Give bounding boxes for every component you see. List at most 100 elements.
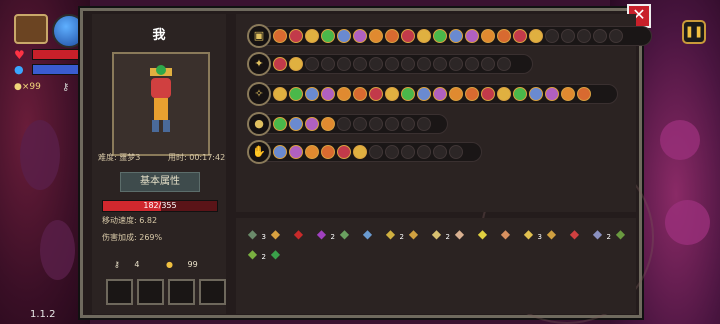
skill-slot-filled[interactable]: [305, 117, 319, 131]
bull-icon[interactable]: ◆: [566, 226, 583, 243]
skill-slot-empty[interactable]: [369, 145, 383, 159]
ring-icon[interactable]: ◆ 3: [520, 226, 542, 243]
skill-slot-filled[interactable]: [289, 57, 303, 71]
skill-slot-filled[interactable]: [465, 87, 479, 101]
skill-slot-filled[interactable]: [321, 145, 335, 159]
skill-slot-filled[interactable]: [289, 117, 303, 131]
gold-orb-icon[interactable]: ●: [247, 112, 271, 136]
clover-icon[interactable]: ◆: [267, 246, 284, 263]
skill-slot-filled[interactable]: [321, 117, 335, 131]
skill-slot-filled[interactable]: [273, 29, 287, 43]
skill-slot-empty[interactable]: [369, 117, 383, 131]
skill-slot-empty[interactable]: [305, 57, 319, 71]
skill-slot-empty[interactable]: [369, 57, 383, 71]
skill-slot-filled[interactable]: [289, 87, 303, 101]
skill-slot-filled[interactable]: [369, 87, 383, 101]
skill-slot-filled[interactable]: [529, 29, 543, 43]
skill-slot-empty[interactable]: [609, 29, 623, 43]
skill-slot-filled[interactable]: [433, 29, 447, 43]
claw-icon[interactable]: ✋: [247, 140, 271, 164]
skill-slot-filled[interactable]: [273, 57, 287, 71]
skill-slot-empty[interactable]: [577, 29, 591, 43]
tab-basic-attributes[interactable]: 基本属性: [120, 172, 200, 192]
equipment-slot[interactable]: [106, 279, 133, 305]
skill-slot-empty[interactable]: [321, 57, 335, 71]
skill-slot-filled[interactable]: [561, 87, 575, 101]
skill-slot-filled[interactable]: [465, 29, 479, 43]
skill-slot-filled[interactable]: [289, 145, 303, 159]
skill-slot-filled[interactable]: [337, 145, 351, 159]
skill-slot-filled[interactable]: [321, 87, 335, 101]
skill-slot-filled[interactable]: [417, 87, 431, 101]
rope-icon[interactable]: ◆: [267, 226, 284, 243]
skill-slot-empty[interactable]: [433, 57, 447, 71]
skill-slot-empty[interactable]: [593, 29, 607, 43]
skill-slot-filled[interactable]: [577, 87, 591, 101]
skill-slot-filled[interactable]: [321, 29, 335, 43]
skill-slot-empty[interactable]: [385, 145, 399, 159]
skill-slot-filled[interactable]: [273, 145, 287, 159]
skill-slot-filled[interactable]: [305, 29, 319, 43]
skill-slot-filled[interactable]: [481, 29, 495, 43]
skill-slot-filled[interactable]: [273, 87, 287, 101]
pickaxe-icon[interactable]: ◆: [543, 226, 560, 243]
skill-slot-filled[interactable]: [513, 29, 527, 43]
green-book-icon[interactable]: ◆: [336, 226, 353, 243]
skill-slot-empty[interactable]: [497, 57, 511, 71]
skill-slot-filled[interactable]: [481, 87, 495, 101]
feather-icon[interactable]: ◆ 2: [589, 226, 611, 243]
skill-slot-filled[interactable]: [273, 117, 287, 131]
skill-slot-filled[interactable]: [289, 29, 303, 43]
helmet-icon[interactable]: ◆ 3: [244, 226, 266, 243]
skill-slot-filled[interactable]: [305, 87, 319, 101]
horn-icon[interactable]: ◆: [474, 226, 491, 243]
skill-slot-empty[interactable]: [449, 145, 463, 159]
skill-slot-filled[interactable]: [417, 29, 431, 43]
skill-slot-filled[interactable]: [497, 29, 511, 43]
chest-icon[interactable]: ▣: [247, 24, 271, 48]
skill-slot-empty[interactable]: [417, 57, 431, 71]
staff-icon[interactable]: ✦: [247, 52, 271, 76]
equipment-slot[interactable]: [168, 279, 195, 305]
skill-slot-filled[interactable]: [401, 87, 415, 101]
skill-slot-empty[interactable]: [353, 57, 367, 71]
skill-slot-filled[interactable]: [337, 87, 351, 101]
wand-icon[interactable]: ✧: [247, 82, 271, 106]
skill-slot-empty[interactable]: [417, 145, 431, 159]
pause-button[interactable]: ❚❚: [682, 20, 706, 44]
skill-slot-filled[interactable]: [545, 87, 559, 101]
skill-slot-filled[interactable]: [353, 87, 367, 101]
skill-slot-filled[interactable]: [433, 87, 447, 101]
skill-slot-filled[interactable]: [497, 87, 511, 101]
skill-slot-empty[interactable]: [417, 117, 431, 131]
snake-icon[interactable]: ◆ 2: [382, 226, 404, 243]
skill-slot-empty[interactable]: [561, 29, 575, 43]
skill-slot-empty[interactable]: [353, 117, 367, 131]
skill-slot-filled[interactable]: [513, 87, 527, 101]
roast-icon[interactable]: ◆: [451, 226, 468, 243]
skill-slot-empty[interactable]: [385, 117, 399, 131]
skill-slot-empty[interactable]: [545, 29, 559, 43]
amulet-icon[interactable]: ◆: [405, 226, 422, 243]
skill-slot-empty[interactable]: [401, 57, 415, 71]
skill-slot-filled[interactable]: [449, 87, 463, 101]
skill-slot-filled[interactable]: [385, 87, 399, 101]
magnifier-icon[interactable]: ◆ 2: [428, 226, 450, 243]
skill-slot-filled[interactable]: [449, 29, 463, 43]
skill-slot-empty[interactable]: [401, 145, 415, 159]
equipment-slot[interactable]: [199, 279, 226, 305]
leaf-icon[interactable]: ◆ 2: [244, 246, 266, 263]
skill-slot-filled[interactable]: [401, 29, 415, 43]
skill-slot-filled[interactable]: [353, 29, 367, 43]
wings-icon[interactable]: ◆: [359, 226, 376, 243]
skill-slot-filled[interactable]: [385, 29, 399, 43]
skill-slot-filled[interactable]: [353, 145, 367, 159]
skill-slot-empty[interactable]: [433, 145, 447, 159]
equipment-slot[interactable]: [137, 279, 164, 305]
skill-slot-empty[interactable]: [449, 57, 463, 71]
egg-icon[interactable]: ◆: [497, 226, 514, 243]
red-gem-icon[interactable]: ◆: [290, 226, 307, 243]
skill-slot-filled[interactable]: [337, 29, 351, 43]
skill-slot-empty[interactable]: [385, 57, 399, 71]
skill-slot-filled[interactable]: [529, 87, 543, 101]
